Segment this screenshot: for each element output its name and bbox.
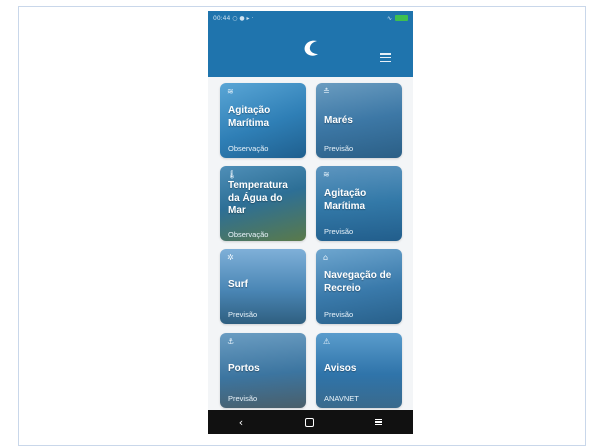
card-title: Navegação de Recreio xyxy=(324,270,392,294)
card-subtitle: Previsão xyxy=(324,227,354,236)
card-subtitle: Observação xyxy=(228,144,269,153)
boat-icon: ⌂ xyxy=(323,253,329,262)
card-subtitle: Previsão xyxy=(228,394,258,403)
card-subtitle: Previsão xyxy=(228,310,258,319)
waves-icon: ≋ xyxy=(227,87,234,96)
card-navegacao-recreio[interactable]: ⌂ Navegação de Recreio Previsão xyxy=(316,249,402,324)
recents-icon[interactable] xyxy=(375,418,383,427)
card-surf[interactable]: ✲ Surf Previsão xyxy=(220,249,306,324)
surf-icon: ✲ xyxy=(227,253,234,262)
system-nav-bar: ‹ xyxy=(208,410,413,434)
card-title: Avisos xyxy=(324,363,357,374)
card-title: Surf xyxy=(228,279,248,290)
tide-icon: ≛ xyxy=(323,87,330,96)
app-header xyxy=(208,25,413,77)
card-subtitle: Previsão xyxy=(324,144,354,153)
card-title: Temperatura da Água do Mar xyxy=(228,180,288,216)
status-bar: 00:44 ○ ● ▸ · ∿ xyxy=(208,11,413,25)
status-icons: ○ ● ▸ · xyxy=(232,14,254,22)
card-title: Marés xyxy=(324,115,353,126)
warning-icon: ⚠ xyxy=(323,337,331,346)
card-title: Agitação Marítima xyxy=(228,105,271,129)
status-time: 00:44 xyxy=(213,14,231,22)
status-right: ∿ xyxy=(387,15,408,22)
card-portos[interactable]: ⚓ Portos Previsão xyxy=(220,333,306,408)
card-avisos[interactable]: ⚠ Avisos ANAVNET xyxy=(316,333,402,408)
card-agitacao-maritima-observacao[interactable]: ≋ Agitação Marítima Observação xyxy=(220,83,306,158)
card-subtitle: ANAVNET xyxy=(324,394,359,403)
card-title: Portos xyxy=(228,363,260,374)
wifi-icon: ∿ xyxy=(386,14,392,22)
app-logo-icon[interactable] xyxy=(300,37,322,59)
thermometer-icon: 🌡 xyxy=(227,170,238,179)
card-subtitle: Previsão xyxy=(324,310,354,319)
waves-icon: ≋ xyxy=(323,170,330,179)
card-title: Agitação Marítima xyxy=(324,188,367,212)
card-mares-previsao[interactable]: ≛ Marés Previsão xyxy=(316,83,402,158)
card-subtitle: Observação xyxy=(228,230,269,239)
menu-hamburger-icon[interactable] xyxy=(380,53,391,63)
back-button[interactable]: ‹ xyxy=(239,416,243,429)
phone-screen: 00:44 ○ ● ▸ · ∿ ≋ Agitação Marítima Obse… xyxy=(208,11,413,434)
card-temperatura-agua-mar[interactable]: 🌡 Temperatura da Água do Mar Observação xyxy=(220,166,306,241)
home-icon[interactable] xyxy=(304,417,314,427)
card-agitacao-maritima-previsao[interactable]: ≋ Agitação Marítima Previsão xyxy=(316,166,402,241)
status-left: 00:44 ○ ● ▸ · xyxy=(213,15,253,22)
battery-icon xyxy=(395,15,408,21)
anchor-icon: ⚓ xyxy=(227,337,235,346)
